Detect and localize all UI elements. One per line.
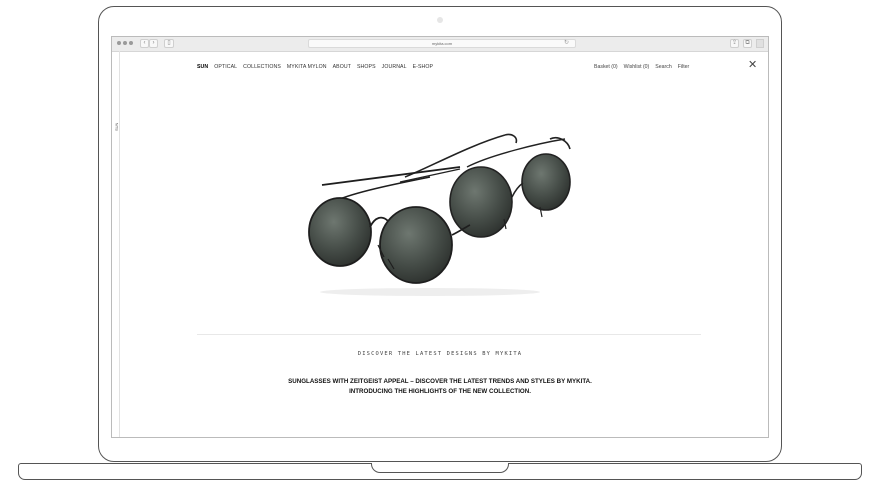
basket-link[interactable]: Basket (0) [594, 64, 618, 70]
wishlist-link[interactable]: Wishlist (0) [624, 64, 650, 70]
camera [437, 17, 443, 23]
close-window-dot[interactable] [117, 41, 121, 45]
minimize-window-dot[interactable] [123, 41, 127, 45]
forward-icon: › [152, 40, 155, 46]
nav-item-optical[interactable]: OPTICAL [214, 64, 237, 70]
sidebar-icon: ▯ [167, 40, 171, 46]
side-tab-label[interactable]: SUN [114, 123, 119, 131]
share-icon: ⇪ [731, 40, 738, 46]
headline-line-1: SUNGLASSES WITH ZEITGEIST APPEAL – DISCO… [288, 378, 592, 385]
sunglasses-hero-image[interactable] [280, 127, 580, 297]
nav-item-shops[interactable]: SHOPS [357, 64, 376, 70]
nav-item-journal[interactable]: JOURNAL [382, 64, 407, 70]
nav-item-about[interactable]: ABOUT [333, 64, 351, 70]
url-text: mykita.com [431, 41, 453, 46]
back-button[interactable]: ‹ [140, 39, 149, 48]
headline-line-2: INTRODUCING THE HIGHLIGHTS OF THE NEW CO… [349, 387, 531, 395]
utility-nav: Basket (0) Wishlist (0) Search Filter [594, 64, 689, 70]
zoom-window-dot[interactable] [129, 41, 133, 45]
close-icon[interactable]: ✕ [748, 60, 757, 71]
tabs-button[interactable]: ⧉ [743, 39, 752, 48]
main-nav: SUN OPTICAL COLLECTIONS MYKITA MYLON ABO… [197, 64, 433, 70]
collection-headline: SUNGLASSES WITH ZEITGEIST APPEAL – DISCO… [112, 377, 768, 396]
laptop-notch [371, 463, 509, 473]
nav-item-eshop[interactable]: E-SHOP [413, 64, 434, 70]
new-tab-button[interactable] [756, 39, 764, 48]
nav-item-sun[interactable]: SUN [197, 64, 208, 70]
filter-link[interactable]: Filter [678, 64, 690, 70]
nav-item-collections[interactable]: COLLECTIONS [243, 64, 281, 70]
sidebar-button[interactable]: ▯ [164, 39, 174, 48]
address-bar[interactable]: mykita.com [308, 39, 576, 48]
screen: ‹ › ▯ mykita.com ↻ ⇪ ⧉ SUN SUN OPTICAL C… [111, 36, 769, 438]
browser-toolbar: ‹ › ▯ mykita.com ↻ ⇪ ⧉ [112, 37, 768, 52]
forward-button[interactable]: › [149, 39, 158, 48]
search-link[interactable]: Search [655, 64, 671, 70]
share-button[interactable]: ⇪ [730, 39, 739, 48]
tabs-icon: ⧉ [745, 40, 750, 46]
reload-icon[interactable]: ↻ [564, 39, 569, 48]
nav-item-mykita-mylon[interactable]: MYKITA MYLON [287, 64, 327, 70]
back-icon: ‹ [143, 40, 146, 46]
section-kicker: DISCOVER THE LATEST DESIGNS BY MYKITA [357, 351, 523, 357]
content-divider [197, 334, 701, 335]
